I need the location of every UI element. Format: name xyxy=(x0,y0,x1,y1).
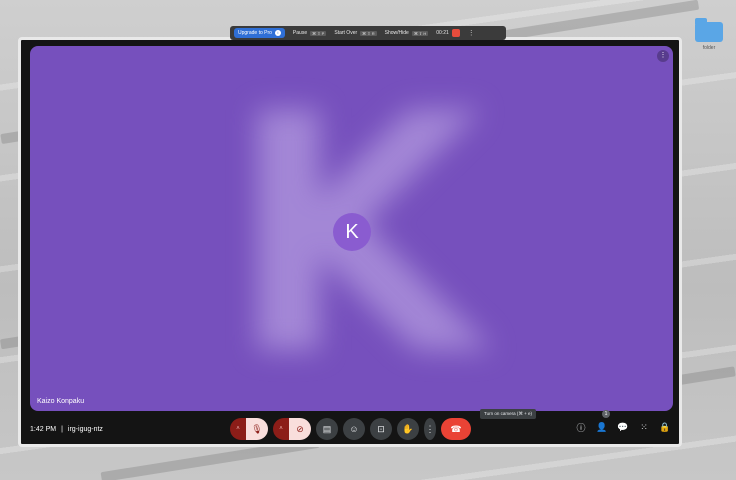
info-icon[interactable]: ⓘ xyxy=(575,420,587,434)
mic-options-chevron-icon[interactable]: ˄ xyxy=(230,418,246,440)
stop-icon[interactable] xyxy=(451,29,460,37)
start-over-button[interactable]: Start Over ⌘ ⇧ R xyxy=(334,30,377,36)
present-screen-icon[interactable]: ⊡ xyxy=(370,418,392,440)
end-call-button[interactable]: ☎ xyxy=(441,418,471,440)
participant-name: Kaizo Konpaku xyxy=(37,398,85,405)
recorder-toolbar: Upgrade to Pro i Pause ⌘ ⇧ P Start Over … xyxy=(230,26,506,40)
avatar: K xyxy=(333,213,371,251)
tile-options-icon[interactable]: ⋮ xyxy=(657,50,669,62)
emoji-icon[interactable]: ☺ xyxy=(343,418,365,440)
participant-tile: K K ⋮ Kaizo Konpaku xyxy=(30,46,673,411)
captions-icon[interactable]: ▤ xyxy=(316,418,338,440)
camera-tooltip: Turn on camera (⌘ + e) xyxy=(480,409,536,419)
meeting-code: irg-igug-ntz xyxy=(67,425,103,433)
start-over-label: Start Over xyxy=(334,30,358,36)
people-icon[interactable]: 👤 1 xyxy=(596,410,610,434)
meet-window: K K ⋮ Kaizo Konpaku 1:42 PM | irg-igug-n… xyxy=(18,37,682,447)
pause-label: Pause xyxy=(292,30,308,36)
camera-options-chevron-icon[interactable]: ˄ xyxy=(273,418,289,440)
end-call-icon: ☎ xyxy=(450,423,462,434)
host-controls-icon[interactable]: 🔒 xyxy=(659,420,671,434)
meeting-time: 1:42 PM xyxy=(30,425,57,433)
call-controls-bar: 1:42 PM | irg-igug-ntz Turn on camera (⌘… xyxy=(30,409,673,441)
center-controls: Turn on camera (⌘ + e) ˄ 🎙 ˄ ⊘ ▤ ☺ ⊡ ✋ ⋮… xyxy=(230,409,536,440)
recording-timer-group: 00:21 xyxy=(436,29,460,37)
mic-control: ˄ 🎙 xyxy=(230,418,268,440)
upgrade-label: Upgrade to Pro xyxy=(238,30,272,36)
pause-button[interactable]: Pause ⌘ ⇧ P xyxy=(292,30,327,36)
folder-label: folder xyxy=(702,45,716,51)
desktop-folder[interactable]: folder xyxy=(694,18,724,56)
participants-count-badge: 1 xyxy=(602,410,610,418)
info-icon: i xyxy=(274,30,281,36)
camera-off-icon[interactable]: ⊘ xyxy=(289,418,311,440)
raise-hand-icon[interactable]: ✋ xyxy=(397,418,419,440)
meeting-info-separator: | xyxy=(61,425,63,433)
recording-timer: 00:21 xyxy=(436,30,449,36)
show-hide-label: Show/Hide xyxy=(384,30,409,36)
show-hide-button[interactable]: Show/Hide ⌘ ⇧ H xyxy=(385,30,429,36)
activities-icon[interactable]: ⁙ xyxy=(638,420,650,434)
more-icon[interactable]: ⋮ xyxy=(468,29,475,37)
start-over-shortcut: ⌘ ⇧ R xyxy=(360,30,377,36)
side-panel-controls: ⓘ 👤 1 💬 ⁙ 🔒 xyxy=(575,410,671,434)
chat-icon[interactable]: 💬 xyxy=(617,420,629,434)
more-options-icon[interactable]: ⋮ xyxy=(424,418,436,440)
show-hide-shortcut: ⌘ ⇧ H xyxy=(411,30,429,36)
microphone-off-icon[interactable]: 🎙 xyxy=(246,418,268,440)
meeting-info: 1:42 PM | irg-igug-ntz xyxy=(30,426,103,433)
camera-control: ˄ ⊘ xyxy=(273,418,311,440)
upgrade-button[interactable]: Upgrade to Pro i xyxy=(234,28,285,38)
folder-icon xyxy=(695,18,723,42)
pause-shortcut: ⌘ ⇧ P xyxy=(310,30,327,36)
